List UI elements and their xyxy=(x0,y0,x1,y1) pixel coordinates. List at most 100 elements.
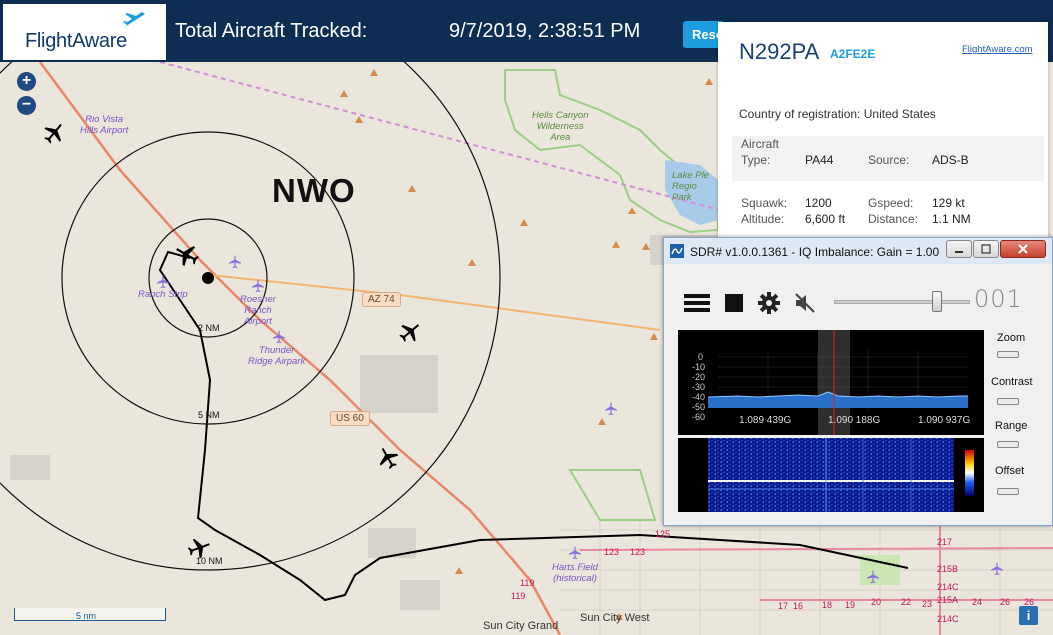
selected-aircraft-icon[interactable] xyxy=(174,242,200,268)
source-label: Source: xyxy=(868,153,910,167)
urban-patch xyxy=(360,355,438,413)
airport-icon xyxy=(991,562,1003,576)
flightaware-link[interactable]: FlightAware.com xyxy=(962,44,1033,55)
airport-icon xyxy=(252,279,264,293)
stop-icon[interactable] xyxy=(725,294,743,312)
hwy-number: 17 xyxy=(778,601,789,611)
spectrum-display[interactable]: 0 -10 -20 -30 -40 -50 -60 1.089 439G 1.0… xyxy=(678,330,984,435)
airport-icon xyxy=(867,570,879,584)
minimize-button[interactable] xyxy=(946,240,972,258)
airport-icon xyxy=(229,255,241,269)
place-harts-field: Harts Field (historical) xyxy=(552,562,598,584)
db-tick: -40 xyxy=(692,392,706,402)
hwy-number: 22 xyxy=(901,597,912,607)
hwy-number: 123 xyxy=(604,547,620,557)
type-value: PA44 xyxy=(805,153,834,167)
restore-icon xyxy=(981,244,991,254)
hwy-number: 119 xyxy=(520,578,535,588)
db-tick: -60 xyxy=(692,412,706,422)
menu-icon[interactable] xyxy=(684,292,710,314)
aircraft-icon[interactable] xyxy=(376,446,400,470)
sdr-title: SDR# v1.0.0.1361 - IQ Imbalance: Gain = … xyxy=(690,245,940,259)
reset-button[interactable]: Reset xyxy=(683,21,723,48)
hwy-number: 214C xyxy=(937,582,959,592)
volume-slider-thumb[interactable] xyxy=(932,291,942,312)
range-slider[interactable] xyxy=(997,441,1019,448)
aircraft-icon[interactable] xyxy=(398,320,422,344)
zoom-slider[interactable] xyxy=(997,351,1019,358)
offset-label: Offset xyxy=(995,465,1025,477)
az74-shield: AZ 74 xyxy=(362,292,401,307)
sdr-titlebar[interactable]: SDR# v1.0.0.1361 - IQ Imbalance: Gain = … xyxy=(664,238,1052,264)
hwy-number: 215B xyxy=(937,564,959,574)
distance-label: Distance: xyxy=(868,212,919,226)
hwy-number: 214C xyxy=(937,614,959,624)
hwy-number: 19 xyxy=(845,600,856,610)
sdr-app-icon xyxy=(670,244,684,258)
zoom-label: Zoom xyxy=(997,332,1026,344)
volume-slider-track[interactable] xyxy=(834,300,970,304)
airport-icon xyxy=(569,546,581,560)
freq-tick: 1.089 439G xyxy=(739,415,792,426)
aircraft-icon[interactable] xyxy=(42,121,66,145)
gspeed-value: 129 kt xyxy=(932,196,965,210)
country-row: Country of registration: United States xyxy=(739,107,936,121)
altitude-label: Altitude: xyxy=(741,212,785,226)
ring-label-5nm: 5 NM xyxy=(198,410,220,420)
hwy-number: 23 xyxy=(922,599,933,609)
station-dot xyxy=(202,272,214,284)
us60-shield: US 60 xyxy=(330,411,370,426)
hex-code: A2FE2E xyxy=(830,47,876,61)
squawk-label: Squawk: xyxy=(741,196,788,210)
offset-slider[interactable] xyxy=(997,488,1019,495)
scale-label: 5 nm xyxy=(76,611,97,621)
source-value: ADS-B xyxy=(932,153,969,167)
country-value: United States xyxy=(863,107,936,121)
db-tick: 0 xyxy=(698,352,704,362)
place-hells-canyon: Hells Canyon Wilderness Area xyxy=(532,110,589,143)
place-sun-city-west: Sun City West xyxy=(580,612,650,624)
squawk-value: 1200 xyxy=(805,196,832,210)
db-tick: -30 xyxy=(692,382,706,392)
altitude-value: 6,600 ft xyxy=(805,212,846,226)
contrast-slider[interactable] xyxy=(997,398,1019,405)
hwy-number: 125 xyxy=(655,529,671,539)
hwy-number: 20 xyxy=(871,597,882,607)
airport-icon xyxy=(273,330,285,344)
zoom-out-button[interactable]: − xyxy=(17,96,36,115)
close-button[interactable] xyxy=(1000,240,1046,258)
hwy-number: 26 xyxy=(1000,597,1011,607)
contrast-label: Contrast xyxy=(991,376,1033,388)
db-tick: -10 xyxy=(692,362,706,372)
flightaware-logo[interactable]: FlightAware xyxy=(3,4,166,60)
minimize-icon xyxy=(955,251,963,253)
freq-tick: 1.090 937G xyxy=(918,415,971,426)
zoom-in-button[interactable]: + xyxy=(17,72,36,91)
registration: N292PA xyxy=(739,39,820,64)
airport-icon xyxy=(605,402,617,416)
sdr-window[interactable]: SDR# v1.0.0.1361 - IQ Imbalance: Gain = … xyxy=(663,237,1053,526)
maximize-button[interactable] xyxy=(973,240,999,258)
hwy-number: 215A xyxy=(937,595,959,605)
freq-tick: 1.090 188G xyxy=(828,415,881,426)
info-button[interactable]: i xyxy=(1019,606,1038,625)
close-icon xyxy=(1018,244,1028,254)
hwy-number: 24 xyxy=(972,597,983,607)
waterfall-display[interactable] xyxy=(678,438,984,512)
gear-icon[interactable] xyxy=(757,291,781,315)
airport-icon xyxy=(157,275,169,289)
logo-plane-icon xyxy=(123,12,145,28)
range-label: Range xyxy=(995,420,1028,432)
datetime: 9/7/2019, 2:38:51 PM xyxy=(449,20,641,42)
type-label: Type: xyxy=(741,153,771,167)
waterfall-colorbar xyxy=(965,450,974,496)
place-roesner: Roesner Ranch Airport xyxy=(240,294,276,327)
aircraft-tracked-title: Total Aircraft Tracked: xyxy=(175,20,368,42)
mute-icon[interactable] xyxy=(794,292,816,314)
logo-text: FlightAware xyxy=(25,30,127,52)
place-ranch-strip: Ranch Strip xyxy=(138,289,188,300)
hwy-number: 217 xyxy=(937,537,953,547)
place-sun-city-grand: Sun City Grand xyxy=(483,620,559,632)
aircraft-icon[interactable] xyxy=(187,536,211,560)
hwy-number: 18 xyxy=(822,600,833,610)
